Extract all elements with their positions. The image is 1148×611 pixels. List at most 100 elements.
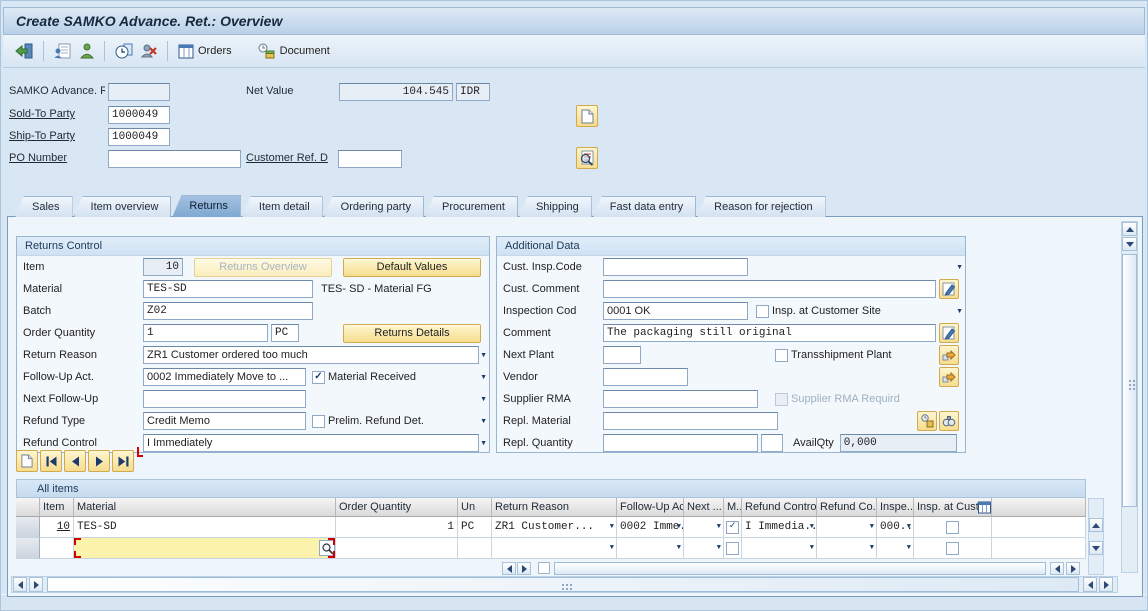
follow-up-act-select[interactable]: 0002 Immediately Move to ... ▼ [143,368,306,386]
batch-input[interactable]: Z02 [143,302,313,320]
panel-hscroll-left-end-button[interactable] [1083,577,1097,592]
refund-type-select[interactable]: Credit Memo ▼ [143,412,306,430]
column-header-un[interactable]: Un [458,498,492,517]
inspection-cell[interactable]: 000...▼ [877,517,914,538]
table-vscroll-up-button[interactable] [1089,518,1103,532]
order-quantity-cell[interactable] [336,538,458,559]
supplier-rma-input[interactable] [603,390,758,408]
return-reason-cell[interactable]: ▼ [492,538,617,559]
column-header-refund-co[interactable]: Refund Co... [817,498,877,517]
previous-item-button[interactable] [64,450,86,472]
selector-column-header[interactable] [16,498,40,517]
document-button[interactable]: Document [254,38,334,64]
table-hscroll-left-button[interactable] [502,562,516,575]
repl-material-input[interactable] [603,412,778,430]
tab-procurement[interactable]: Procurement [425,196,518,217]
partner-button[interactable] [76,38,98,64]
header-details-button[interactable] [111,38,137,64]
reject-document-button[interactable] [137,38,161,64]
exit-button[interactable] [11,38,37,64]
next-item-button[interactable] [88,450,110,472]
customer-ref-input[interactable] [338,150,402,168]
row-insp-at-cust-checkbox[interactable] [946,542,959,555]
item-cell[interactable]: 10 [40,517,74,538]
unit-cell[interactable] [458,538,492,559]
comment-edit-button[interactable] [939,323,959,343]
table-hscroll-right-button[interactable] [517,562,531,575]
comment-input[interactable]: The packaging still original [603,324,936,342]
return-reason-cell[interactable]: ZR1 Customer...▼ [492,517,617,538]
column-header-order-quantity[interactable]: Order Quantity [336,498,458,517]
order-quantity-input[interactable]: 1 [143,324,268,342]
material-received-cell[interactable]: ✓ [724,517,742,538]
row-insp-at-cust-checkbox[interactable] [946,521,959,534]
cust-comment-input[interactable] [603,280,936,298]
tab-shipping[interactable]: Shipping [519,196,592,217]
inspection-cell[interactable]: ▼ [877,538,914,559]
tab-item-detail[interactable]: Item detail [242,196,323,217]
ship-to-party-input[interactable]: 1000049 [108,128,170,146]
refund-control-cell[interactable]: ▼ [742,538,817,559]
insp-at-cust-cell[interactable] [914,538,992,559]
column-header-m[interactable]: M... [724,498,742,517]
vendor-input[interactable] [603,368,688,386]
column-header-item[interactable]: Item [40,498,74,517]
transshipment-plant-checkbox[interactable] [775,349,788,362]
row-material-received-checkbox[interactable]: ✓ [726,521,739,534]
vendor-goto-button[interactable] [939,367,959,387]
panel-vscroll-down-button[interactable] [1122,237,1137,251]
table-hscroll-thumb[interactable] [554,562,1046,575]
material-cell[interactable]: TES-SD [74,517,336,538]
next-plant-input[interactable] [603,346,641,364]
material-cell-focused[interactable] [74,538,336,559]
unit-cell[interactable]: PC [458,517,492,538]
next-plant-goto-button[interactable] [939,345,959,365]
table-hscroll-left-end-button[interactable] [1050,562,1064,575]
refund-co-cell[interactable]: ▼ [817,517,877,538]
table-vscroll-down-button[interactable] [1089,541,1103,555]
tab-sales[interactable]: Sales [15,196,73,217]
panel-hscroll-right-button[interactable] [29,577,43,592]
new-item-button[interactable] [16,450,38,472]
item-number-link[interactable]: 10 [57,521,70,533]
repl-quantity-input[interactable] [603,434,758,452]
default-values-button[interactable]: Default Values [343,258,481,277]
column-header-inspe[interactable]: Inspe... [877,498,914,517]
prelim-refund-checkbox[interactable] [312,415,325,428]
cust-comment-edit-button[interactable] [939,279,959,299]
ship-to-party-label[interactable]: Ship-To Party [9,128,75,145]
first-item-button[interactable] [40,450,62,472]
cust-insp-code-select[interactable]: ▼ [603,258,748,276]
sold-to-party-input[interactable]: 1000049 [108,106,170,124]
column-header-follow-up-act[interactable]: Follow-Up Act. [617,498,684,517]
tab-returns[interactable]: Returns [172,195,241,217]
last-item-button[interactable] [112,450,134,472]
material-received-cell[interactable] [724,538,742,559]
panel-vscroll-up-button[interactable] [1122,222,1137,236]
next-cell[interactable]: ▼ [684,538,724,559]
column-header-return-reason[interactable]: Return Reason [492,498,617,517]
column-header-next[interactable]: Next ... [684,498,724,517]
po-number-label[interactable]: PO Number [9,150,67,167]
insp-at-cust-cell[interactable] [914,517,992,538]
repl-material-availability-button[interactable] [939,411,959,431]
follow-up-act-cell[interactable]: 0002 Imme...▼ [617,517,684,538]
panel-hscroll-right-end-button[interactable] [1099,577,1113,592]
material-input[interactable]: TES-SD [143,280,313,298]
table-scroll-box[interactable] [538,562,550,574]
repl-material-schedule-button[interactable] [917,411,937,431]
row-material-received-checkbox[interactable] [726,542,739,555]
inspection-code-select[interactable]: 0001 OK ▼ [603,302,748,320]
tab-fast-data-entry[interactable]: Fast data entry [593,196,696,217]
tab-ordering-party[interactable]: Ordering party [324,196,424,217]
search-document-button[interactable] [576,147,598,169]
table-hscroll-right-end-button[interactable] [1066,562,1080,575]
returns-details-button[interactable]: Returns Details [343,324,481,343]
row-selector[interactable] [16,538,40,559]
po-number-input[interactable] [108,150,241,168]
row-selector[interactable] [16,517,40,538]
refund-co-cell[interactable]: ▼ [817,538,877,559]
orders-button[interactable]: Orders [174,38,236,64]
order-quantity-unit-input[interactable]: PC [271,324,299,342]
column-header-refund-control[interactable]: Refund Control [742,498,817,517]
